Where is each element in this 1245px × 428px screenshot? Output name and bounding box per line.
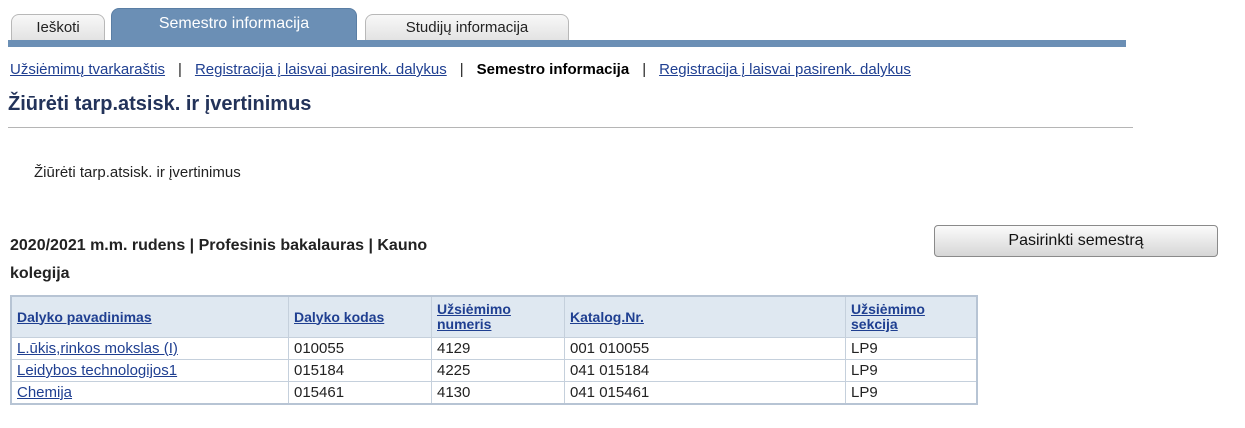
tab-bar: Ieškoti Semestro informacija Studijų inf… bbox=[8, 8, 1126, 48]
current-page-label: Semestro informacija bbox=[476, 61, 630, 78]
nav-separator: | bbox=[459, 61, 464, 78]
column-header-course-code[interactable]: Dalyko kodas bbox=[288, 295, 432, 338]
table-header-row: Dalyko pavadinimas Dalyko kodas Užsiėmim… bbox=[10, 295, 978, 338]
link-class-schedule[interactable]: Užsiėmimų tvarkaraštis bbox=[10, 61, 165, 78]
catalog-number-cell: 041 015184 bbox=[564, 359, 846, 382]
course-code-cell: 015184 bbox=[288, 359, 432, 382]
tab-study-information[interactable]: Studijų informacija bbox=[365, 14, 569, 41]
tab-term-information[interactable]: Semestro informacija bbox=[111, 8, 357, 43]
course-name-cell: Leidybos technologijos1 bbox=[10, 359, 289, 382]
tab-search[interactable]: Ieškoti bbox=[11, 14, 105, 41]
course-name-link[interactable]: L.ūkis,rinkos mokslas (I) bbox=[17, 340, 178, 357]
class-number-cell: 4130 bbox=[431, 381, 565, 405]
nav-separator: | bbox=[642, 61, 647, 78]
class-section-cell: LP9 bbox=[845, 381, 978, 405]
course-name-cell: Chemija bbox=[10, 381, 289, 405]
instruction-text: Žiūrėti tarp.atsisk. ir įvertinimus bbox=[34, 164, 241, 181]
nav-separator: | bbox=[178, 61, 182, 78]
link-elective-registration-2[interactable]: Registracija į laisvai pasirenk. dalykus bbox=[659, 61, 911, 78]
tab-underline bbox=[8, 40, 1126, 47]
term-line-2: kolegija bbox=[10, 265, 70, 282]
term-line-1: 2020/2021 m.m. rudens | Profesinis bakal… bbox=[10, 237, 428, 254]
title-divider bbox=[8, 127, 1133, 128]
catalog-number-cell: 001 010055 bbox=[564, 337, 846, 360]
change-term-button[interactable]: Pasirinkti semestrą bbox=[934, 225, 1218, 257]
column-header-course-name[interactable]: Dalyko pavadinimas bbox=[10, 295, 289, 338]
column-header-class-number[interactable]: Užsiėmimo numeris bbox=[431, 295, 565, 338]
sub-navigation: Užsiėmimų tvarkaraštis | Registracija į la… bbox=[10, 61, 911, 78]
course-name-cell: L.ūkis,rinkos mokslas (I) bbox=[10, 337, 289, 360]
class-section-cell: LP9 bbox=[845, 359, 978, 382]
class-number-cell: 4225 bbox=[431, 359, 565, 382]
column-header-class-section[interactable]: Užsiėmimo sekcija bbox=[845, 295, 978, 338]
table-row: Chemija 015461 4130 041 015461 LP9 bbox=[10, 381, 978, 405]
class-section-cell: LP9 bbox=[845, 337, 978, 360]
course-code-cell: 010055 bbox=[288, 337, 432, 360]
grades-table: Dalyko pavadinimas Dalyko kodas Užsiėmim… bbox=[10, 295, 978, 405]
catalog-number-cell: 041 015461 bbox=[564, 381, 846, 405]
page-title: Žiūrėti tarp.atsisk. ir įvertinimus bbox=[8, 93, 312, 115]
class-number-cell: 4129 bbox=[431, 337, 565, 360]
table-row: Leidybos technologijos1 015184 4225 041 … bbox=[10, 359, 978, 382]
term-heading: 2020/2021 m.m. rudens | Profesinis bakal… bbox=[10, 232, 610, 288]
column-header-catalog-number[interactable]: Katalog.Nr. bbox=[564, 295, 846, 338]
course-name-link[interactable]: Leidybos technologijos1 bbox=[17, 362, 177, 379]
course-name-link[interactable]: Chemija bbox=[17, 384, 72, 401]
link-elective-registration[interactable]: Registracija į laisvai pasirenk. dalykus bbox=[195, 61, 447, 78]
table-row: L.ūkis,rinkos mokslas (I) 010055 4129 00… bbox=[10, 337, 978, 360]
course-code-cell: 015461 bbox=[288, 381, 432, 405]
